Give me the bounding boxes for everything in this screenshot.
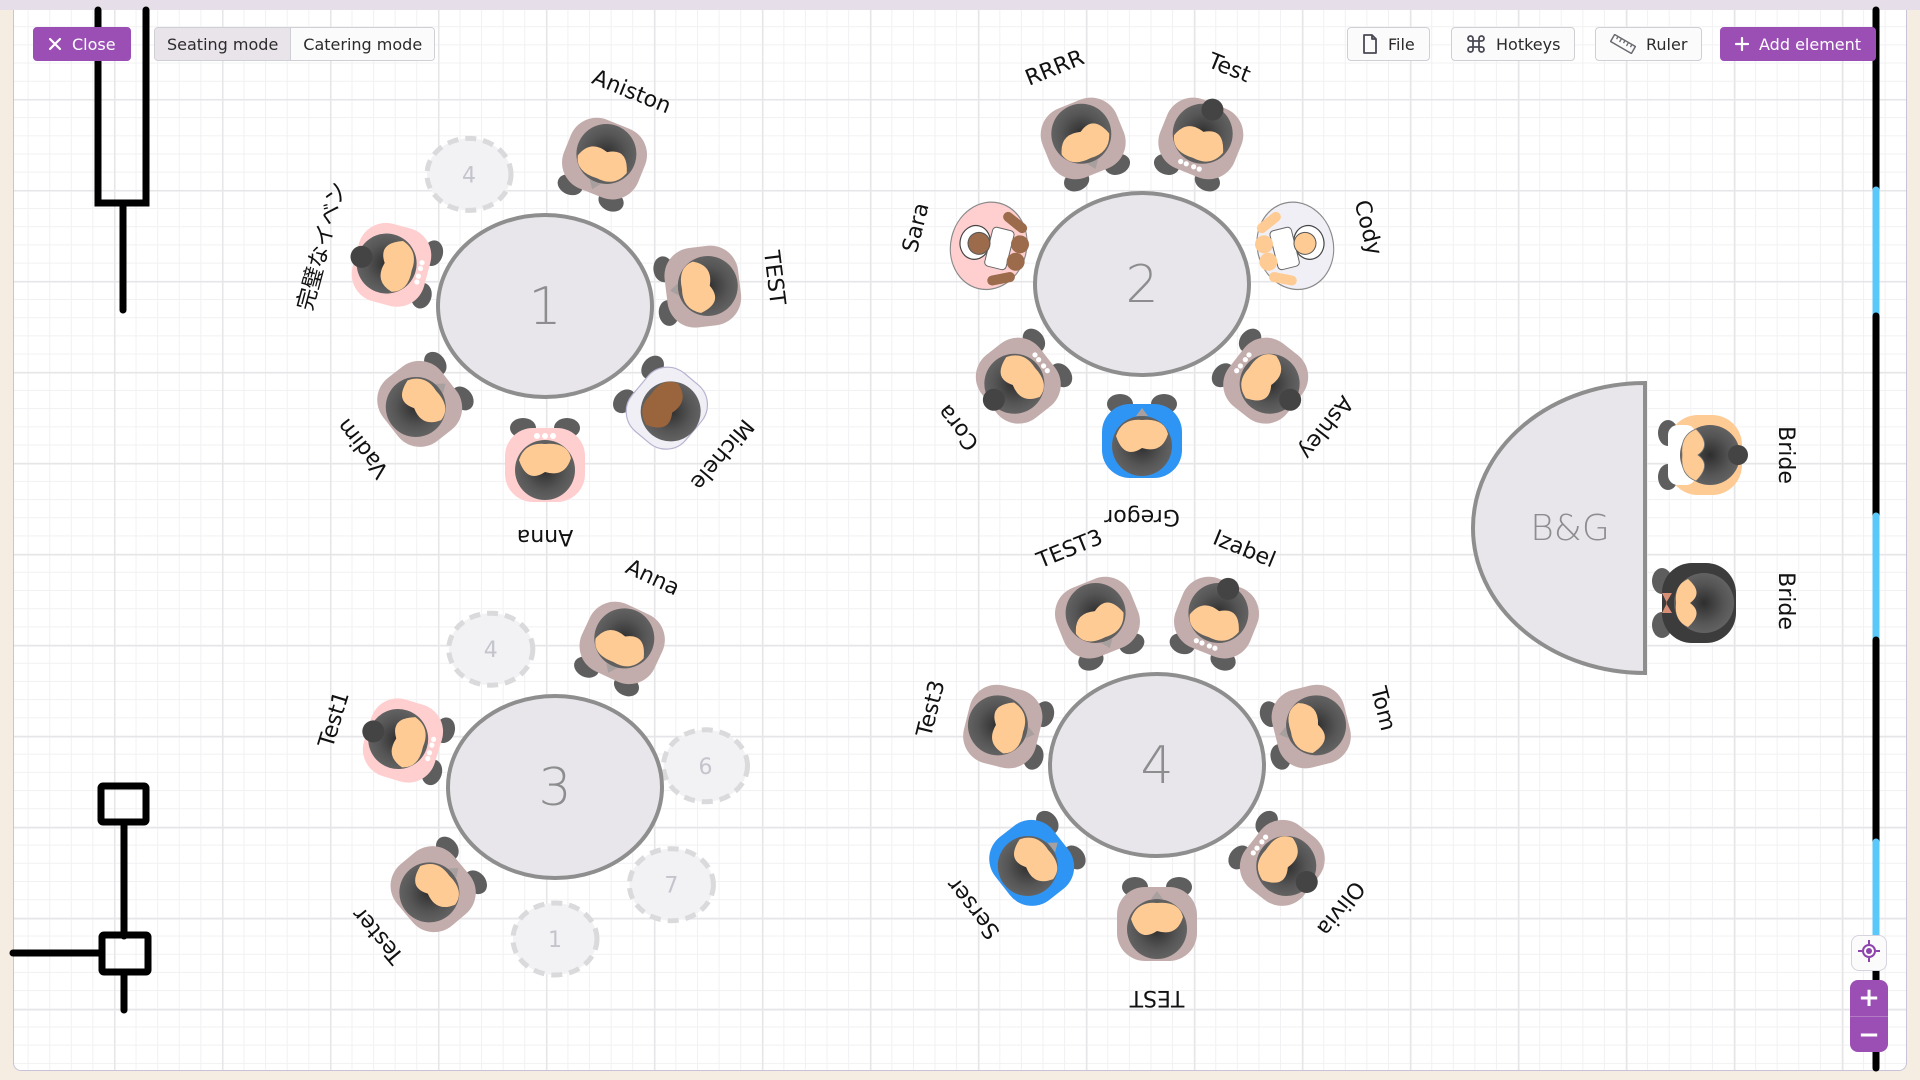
empty-seat-number: 7	[664, 874, 678, 899]
seat-name-label: Bride	[1773, 426, 1798, 484]
zoom-out-button[interactable]: −	[1850, 1017, 1888, 1052]
table-number: 2	[1125, 255, 1158, 315]
seat-guest[interactable]	[1652, 563, 1736, 643]
empty-seat-number: 4	[484, 638, 498, 663]
table-3[interactable]: 4 6 7 1 3	[351, 592, 750, 978]
hotkeys-button[interactable]: Hotkeys	[1451, 27, 1576, 61]
table-1[interactable]: 41	[341, 109, 745, 502]
close-icon	[48, 37, 62, 51]
seat-name-label: Test1	[314, 689, 355, 752]
seat-name-label: Anna	[517, 524, 573, 549]
close-button[interactable]: Close	[33, 27, 131, 61]
seat-name-label: Sara	[898, 201, 934, 256]
seat-name-label: Olivia	[1311, 876, 1369, 940]
seat-guest[interactable]	[550, 109, 656, 217]
empty-seat[interactable]: 4	[446, 610, 536, 688]
locate-icon	[1857, 939, 1881, 967]
seat-guest[interactable]	[941, 194, 1037, 298]
seat-guest[interactable]	[1032, 89, 1138, 197]
hotkeys-label: Hotkeys	[1496, 34, 1561, 54]
seat-guest[interactable]	[1102, 394, 1182, 478]
seat-guest[interactable]	[1162, 564, 1270, 676]
seat-guest[interactable]	[1247, 194, 1343, 298]
empty-seat-number: 1	[548, 928, 562, 953]
table-number: B&G	[1530, 508, 1610, 549]
seat-name-label: Cody	[1349, 198, 1387, 258]
seat-name-label: Izabel	[1209, 526, 1279, 574]
zoom-controls: + −	[1850, 980, 1888, 1052]
mode-switch: Seating mode Catering mode	[154, 27, 436, 61]
empty-seat[interactable]: 7	[626, 846, 716, 924]
empty-seat[interactable]: 6	[661, 727, 750, 805]
seat-name-label: TEST	[1129, 985, 1185, 1010]
seat-name-label: TEST3	[1032, 525, 1106, 574]
table-number: 3	[538, 758, 571, 818]
seat-guest[interactable]	[566, 592, 674, 702]
seat-name-label: 完璧なイベン	[293, 179, 351, 313]
file-label: File	[1388, 34, 1415, 54]
command-icon	[1466, 34, 1486, 54]
ruler-button[interactable]: Ruler	[1595, 27, 1703, 61]
empty-seat-number: 4	[462, 163, 476, 188]
seat-guest[interactable]	[1117, 877, 1197, 961]
seat-name-label: RRRR	[1022, 45, 1088, 91]
seat-guest[interactable]	[1047, 568, 1153, 676]
file-icon	[1362, 34, 1378, 54]
seat-guest[interactable]	[1256, 679, 1357, 777]
zoom-in-button[interactable]: +	[1850, 980, 1888, 1017]
seat-name-label: Anna	[622, 555, 684, 602]
add-element-label: Add element	[1759, 34, 1862, 54]
seat-guest[interactable]	[351, 690, 460, 793]
seat-guest[interactable]	[957, 679, 1058, 777]
seat-guest[interactable]	[651, 242, 744, 332]
seat-name-label: TEST	[758, 248, 790, 307]
seat-name-label: Tom	[1365, 683, 1400, 733]
seat-name-label: Serser	[942, 872, 1006, 944]
seat-name-label: Aniston	[588, 65, 674, 119]
empty-seat-number: 6	[699, 755, 713, 780]
wall-left-bottom[interactable]	[9, 782, 152, 1014]
table-2[interactable]: 2	[941, 85, 1343, 478]
seat-guest[interactable]	[1146, 85, 1254, 197]
empty-seat[interactable]: 1	[510, 900, 600, 978]
locate-button[interactable]	[1851, 935, 1887, 971]
seat-name-label: Tester	[347, 901, 410, 969]
tab-catering-mode[interactable]: Catering mode	[291, 28, 435, 60]
table-4[interactable]: 4	[957, 564, 1357, 961]
seat-name-label: Vadim	[333, 413, 395, 482]
floor-plan[interactable]: 41AnistonTESTMicheleAnnaVadim完璧なイベン 2RRRR…	[0, 0, 1920, 1080]
table-bride-groom[interactable]: Bride Bride B&G	[1471, 380, 1798, 676]
seat-name-label: Cora	[933, 399, 984, 455]
seat-guest[interactable]	[505, 418, 585, 502]
table-number: 4	[1140, 736, 1173, 796]
seat-guest[interactable]	[341, 215, 448, 315]
seat-name-label: Bride	[1773, 572, 1798, 630]
ruler-label: Ruler	[1646, 34, 1688, 54]
table-number: 1	[528, 277, 561, 337]
file-button[interactable]: File	[1347, 27, 1430, 61]
plus-icon	[1735, 37, 1749, 51]
seat-name-label: Ashley	[1293, 391, 1358, 464]
seat-name-label: Test	[1203, 48, 1254, 88]
ruler-icon	[1610, 34, 1636, 54]
empty-seat[interactable]: 4	[424, 135, 514, 213]
seat-guest[interactable]	[1658, 415, 1748, 495]
close-label: Close	[72, 34, 116, 54]
seat-name-label: Test3	[912, 678, 950, 741]
tab-seating-mode[interactable]: Seating mode	[155, 28, 292, 60]
seat-name-label: Gregor	[1103, 504, 1180, 529]
add-element-button[interactable]: Add element	[1720, 27, 1877, 61]
